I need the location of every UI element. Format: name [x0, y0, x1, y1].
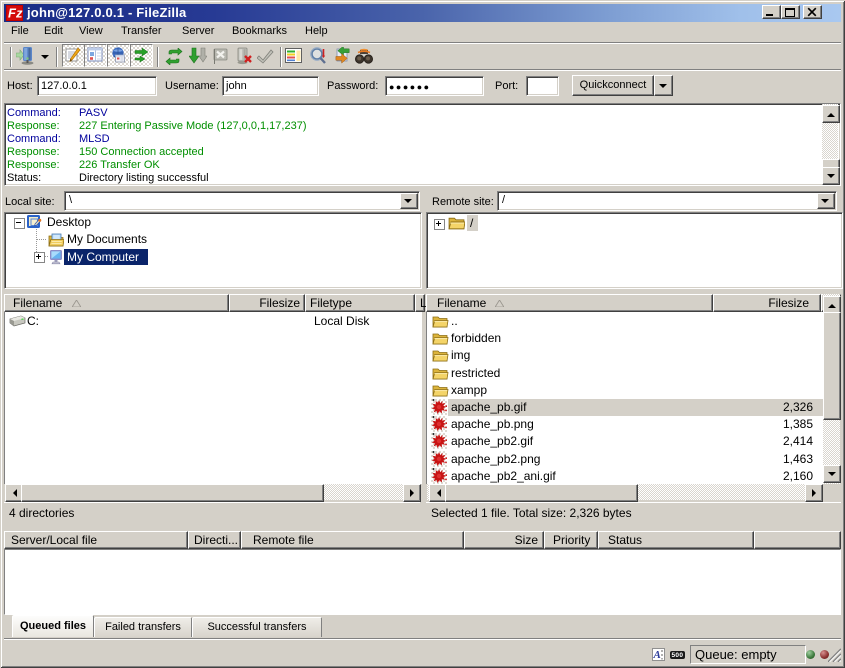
- svg-text:A: A: [653, 649, 661, 661]
- svg-text:Fz: Fz: [8, 6, 23, 21]
